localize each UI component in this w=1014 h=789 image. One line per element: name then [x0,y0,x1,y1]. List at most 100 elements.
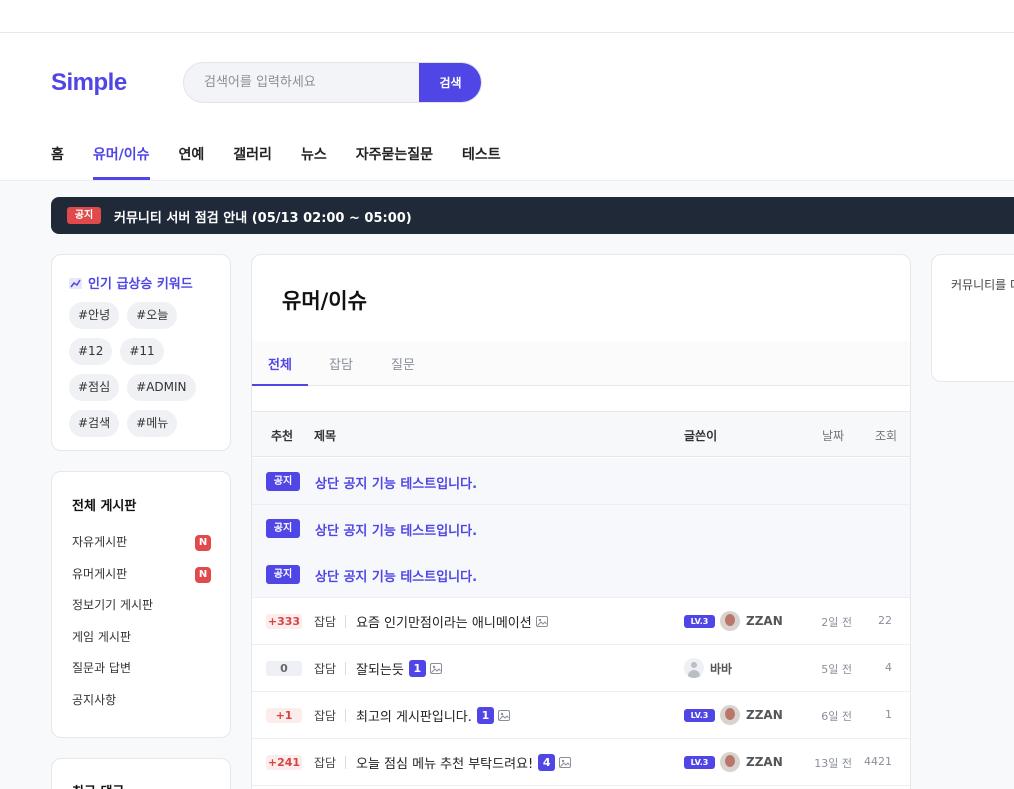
notice-title[interactable]: 상단 공지 기능 테스트입니다. [315,520,477,539]
col-recommend: 추천 [271,429,294,443]
post-date: 2일 전 [821,616,852,629]
search-input[interactable] [184,63,421,102]
notice-text[interactable]: 커뮤니티 서버 점검 안내 (05/13 02:00 ~ 05:00) [114,207,412,226]
active-tab-indicator [252,384,308,386]
search-bar: 검색 [183,62,482,103]
post-category: 잡담 [314,662,337,676]
keyword-tag[interactable]: #ADMIN [127,374,196,401]
board-item-humor[interactable]: 유머게시판 N [72,565,214,597]
notice-bar[interactable]: 공지 커뮤니티 서버 점검 안내 (05/13 02:00 ~ 05:00) [51,197,1014,234]
right-card-text: 커뮤니티를 더 [951,278,1014,292]
post-author[interactable]: LV.3 ZZAN [684,752,783,772]
nav-news[interactable]: 뉴스 [301,145,327,181]
board-item-label: 질문과 답변 [72,661,132,675]
board-item-free[interactable]: 자유게시판 N [72,533,214,565]
board-item-label: 유머게시판 [72,566,128,581]
board-main-card: 유머/이슈 전체 잡담 질문 추천 제목 글쓴이 날짜 조회 공지 상단 공지 … [251,254,911,789]
new-badge: N [195,566,211,583]
board-list: 자유게시판 N 유머게시판 N 정보기기 게시판 게임 게시판 질문과 답변 공… [72,533,214,722]
trending-chart-icon [69,278,82,289]
author-name: ZZAN [746,755,783,769]
nav-humor-issue[interactable]: 유머/이슈 [92,145,150,181]
post-author[interactable]: LV.3 ZZAN [684,705,783,725]
keyword-tag[interactable]: #오늘 [127,302,178,329]
keyword-tag[interactable]: #메뉴 [127,410,178,437]
notice-title[interactable]: 상단 공지 기능 테스트입니다. [315,566,477,585]
post-title: 최고의 게시판입니다. [356,710,472,725]
site-logo[interactable]: Simple [51,69,127,97]
recent-comments-title: 최근 댓글 [72,781,124,789]
nav-gallery[interactable]: 갤러리 [233,145,272,181]
post-row[interactable]: +1 잡담 최고의 게시판입니다. 1 LV.3 ZZAN 6일 전 1 [252,692,910,739]
post-category: 잡담 [314,709,337,723]
nav-test[interactable]: 테스트 [462,145,501,181]
category-divider [345,756,346,769]
post-views: 4421 [864,755,892,768]
tab-question[interactable]: 질문 [391,354,415,373]
notice-row[interactable]: 공지 상단 공지 기능 테스트입니다. [252,505,910,552]
trending-keywords-label: 인기 급상승 키워드 [88,277,193,292]
post-author[interactable]: 바바 [684,658,732,678]
col-author: 글쓴이 [684,429,718,443]
board-item-qna[interactable]: 질문과 답변 [72,659,214,691]
nav-entertainment[interactable]: 연예 [179,145,205,181]
nav-faq[interactable]: 자주묻는질문 [356,145,433,181]
post-title-wrap[interactable]: 요즘 인기만점이라는 애니메이션 [356,612,548,631]
recommend-count: +241 [266,755,302,770]
tab-chat[interactable]: 잡담 [329,354,353,373]
post-title-wrap[interactable]: 오늘 점심 메뉴 추천 부탁드려요! 4 [356,753,572,772]
right-side-card: 커뮤니티를 더 [931,254,1014,382]
post-row[interactable]: 0 잡담 잘되는듯 1 바바 5일 전 4 [252,645,910,692]
recommend-count: +1 [266,708,302,723]
board-item-game[interactable]: 게임 게시판 [72,628,214,660]
post-date: 5일 전 [821,663,852,676]
search-button[interactable]: 검색 [419,63,481,102]
keyword-tag[interactable]: #검색 [69,410,120,437]
avatar [720,705,740,725]
post-row[interactable]: +241 잡담 오늘 점심 메뉴 추천 부탁드려요! 4 LV.3 ZZAN 1… [252,739,910,786]
post-views: 22 [878,614,892,627]
keyword-tag-list: #안녕 #오늘 #12 #11 #점심 #ADMIN #검색 #메뉴 [69,302,229,446]
board-item-devices[interactable]: 정보기기 게시판 [72,596,214,628]
board-item-label: 정보기기 게시판 [72,598,154,612]
post-author[interactable]: LV.3 ZZAN [684,611,783,631]
author-name: 바바 [710,661,733,676]
keyword-tag[interactable]: #점심 [69,374,120,401]
keyword-tag[interactable]: #11 [120,338,164,365]
notice-title[interactable]: 상단 공지 기능 테스트입니다. [315,473,477,492]
notice-tag: 공지 [266,565,300,584]
image-icon [559,757,572,768]
tab-all[interactable]: 전체 [268,354,292,373]
nav-home[interactable]: 홈 [51,145,64,181]
author-name: ZZAN [746,708,783,722]
post-title: 오늘 점심 메뉴 추천 부탁드려요! [356,757,534,772]
default-avatar-icon [684,658,704,678]
post-title-wrap[interactable]: 최고의 게시판입니다. 1 [356,706,510,725]
all-boards-card: 전체 게시판 자유게시판 N 유머게시판 N 정보기기 게시판 게임 게시판 질… [51,471,231,738]
col-title: 제목 [314,429,337,443]
comment-count-badge: 4 [538,754,556,771]
board-item-label: 자유게시판 [72,535,128,549]
post-category: 잡담 [314,756,337,770]
keyword-tag[interactable]: #안녕 [69,302,120,329]
post-views: 4 [885,661,892,674]
board-item-notice[interactable]: 공지사항 [72,691,214,723]
image-icon [429,663,442,674]
category-tabs: 전체 잡담 질문 [252,341,910,386]
image-icon [497,710,510,721]
keyword-tag[interactable]: #12 [69,338,113,365]
notice-row[interactable]: 공지 상단 공지 기능 테스트입니다. [252,458,910,505]
post-row[interactable]: +333 잡담 요즘 인기만점이라는 애니메이션 LV.3 ZZAN 2일 전 … [252,598,910,645]
category-divider [345,662,346,675]
post-title-wrap[interactable]: 잘되는듯 1 [356,659,442,678]
avatar [720,611,740,631]
board-item-label: 게임 게시판 [72,629,132,644]
table-header: 추천 제목 글쓴이 날짜 조회 [252,411,910,457]
level-badge: LV.3 [684,614,715,628]
comment-count-badge: 1 [476,707,494,724]
col-date: 날짜 [822,429,845,443]
notice-row[interactable]: 공지 상단 공지 기능 테스트입니다. [252,551,910,598]
post-date: 6일 전 [821,710,852,723]
post-title: 요즘 인기만점이라는 애니메이션 [356,616,532,631]
top-strip [0,0,1014,33]
